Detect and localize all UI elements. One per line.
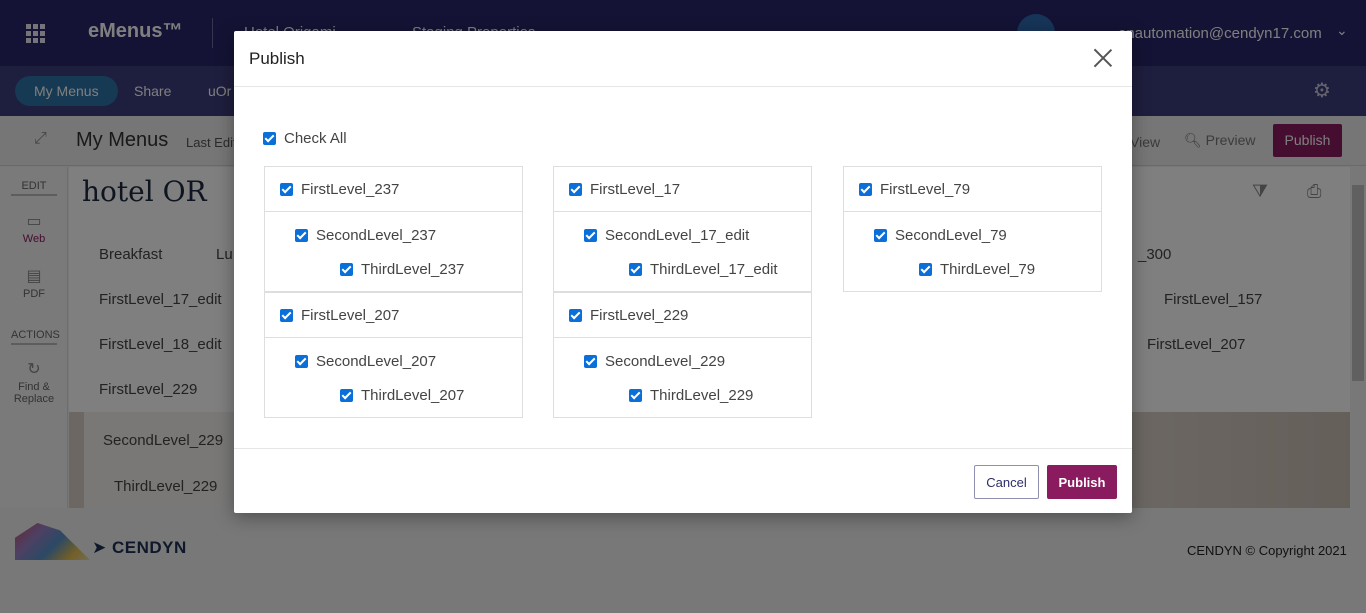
first-level-option[interactable]: FirstLevel_207 [280, 307, 399, 324]
menu-group: FirstLevel_207 SecondLevel_207 ThirdLeve… [264, 292, 523, 418]
close-icon[interactable] [1092, 47, 1114, 69]
publish-modal: Publish Check All FirstLevel_237 SecondL… [234, 31, 1132, 513]
menu-group: FirstLevel_229 SecondLevel_229 ThirdLeve… [553, 292, 812, 418]
checkbox-checked-icon[interactable] [874, 229, 887, 242]
checkbox-checked-icon[interactable] [280, 309, 293, 322]
divider [554, 337, 811, 338]
checkbox-checked-icon[interactable] [340, 389, 353, 402]
divider [844, 211, 1101, 212]
menu-group: FirstLevel_237 SecondLevel_237 ThirdLeve… [264, 166, 523, 292]
first-level-option[interactable]: FirstLevel_17 [569, 181, 680, 198]
option-label: ThirdLevel_79 [940, 261, 1036, 278]
second-level-option[interactable]: SecondLevel_17_edit [584, 227, 749, 244]
modal-footer: Cancel Publish [234, 448, 1132, 513]
third-level-option[interactable]: ThirdLevel_207 [340, 387, 464, 404]
first-level-option[interactable]: FirstLevel_79 [859, 181, 970, 198]
checkbox-checked-icon[interactable] [295, 355, 308, 368]
checkbox-checked-icon[interactable] [629, 389, 642, 402]
option-label: ThirdLevel_207 [361, 387, 465, 404]
second-level-option[interactable]: SecondLevel_79 [874, 227, 1007, 244]
option-label: FirstLevel_79 [880, 181, 971, 198]
menu-group: FirstLevel_79 SecondLevel_79 ThirdLevel_… [843, 166, 1102, 292]
check-all-checkbox[interactable]: Check All [263, 130, 347, 147]
option-label: ThirdLevel_237 [361, 261, 465, 278]
checkbox-checked-icon[interactable] [280, 183, 293, 196]
checkbox-checked-icon[interactable] [584, 355, 597, 368]
option-label: SecondLevel_229 [605, 353, 726, 370]
option-label: FirstLevel_207 [301, 307, 400, 324]
third-level-option[interactable]: ThirdLevel_237 [340, 261, 464, 278]
option-label: SecondLevel_79 [895, 227, 1007, 244]
option-label: SecondLevel_237 [316, 227, 437, 244]
first-level-option[interactable]: FirstLevel_237 [280, 181, 399, 198]
option-label: ThirdLevel_17_edit [650, 261, 778, 278]
third-level-option[interactable]: ThirdLevel_229 [629, 387, 753, 404]
modal-header: Publish [234, 31, 1132, 87]
option-label: SecondLevel_17_edit [605, 227, 750, 244]
option-label: FirstLevel_229 [590, 307, 689, 324]
second-level-option[interactable]: SecondLevel_207 [295, 353, 436, 370]
option-label: FirstLevel_17 [590, 181, 681, 198]
menu-group: FirstLevel_17 SecondLevel_17_edit ThirdL… [553, 166, 812, 292]
divider [554, 211, 811, 212]
checkbox-checked-icon[interactable] [584, 229, 597, 242]
divider [265, 211, 522, 212]
third-level-option[interactable]: ThirdLevel_17_edit [629, 261, 778, 278]
checkbox-checked-icon[interactable] [569, 183, 582, 196]
checkbox-checked-icon[interactable] [859, 183, 872, 196]
checkbox-checked-icon[interactable] [629, 263, 642, 276]
divider [265, 337, 522, 338]
checkbox-checked-icon[interactable] [263, 132, 276, 145]
second-level-option[interactable]: SecondLevel_229 [584, 353, 725, 370]
checkbox-checked-icon[interactable] [340, 263, 353, 276]
second-level-option[interactable]: SecondLevel_237 [295, 227, 436, 244]
checkbox-checked-icon[interactable] [569, 309, 582, 322]
first-level-option[interactable]: FirstLevel_229 [569, 307, 688, 324]
check-all-label: Check All [284, 130, 347, 147]
checkbox-checked-icon[interactable] [295, 229, 308, 242]
cancel-button[interactable]: Cancel [974, 465, 1039, 499]
option-label: ThirdLevel_229 [650, 387, 754, 404]
option-label: SecondLevel_207 [316, 353, 437, 370]
checkbox-checked-icon[interactable] [919, 263, 932, 276]
modal-title: Publish [249, 49, 305, 68]
publish-button[interactable]: Publish [1047, 465, 1117, 499]
third-level-option[interactable]: ThirdLevel_79 [919, 261, 1035, 278]
option-label: FirstLevel_237 [301, 181, 400, 198]
